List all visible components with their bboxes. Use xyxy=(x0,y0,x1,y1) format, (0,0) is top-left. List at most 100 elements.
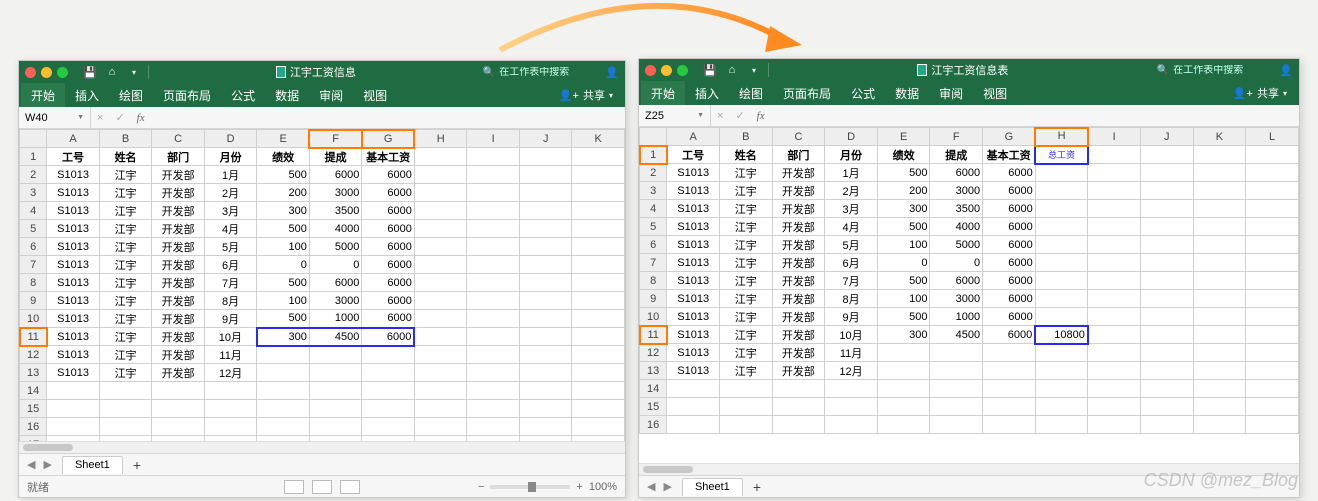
cell-F11[interactable]: 4500 xyxy=(930,326,983,344)
cell-G15[interactable] xyxy=(362,400,415,418)
cell-E2[interactable]: 500 xyxy=(877,164,930,182)
cell-F7[interactable]: 0 xyxy=(930,254,983,272)
cell-K15[interactable] xyxy=(572,400,625,418)
cell-D14[interactable] xyxy=(825,380,878,398)
cell-A14[interactable] xyxy=(667,380,720,398)
cell-F3[interactable]: 3000 xyxy=(309,184,362,202)
tab-home[interactable]: 开始 xyxy=(641,81,685,105)
cell-F12[interactable] xyxy=(309,346,362,364)
cell-B3[interactable]: 江宇 xyxy=(99,184,152,202)
cell-C12[interactable]: 开发部 xyxy=(152,346,205,364)
cell-D3[interactable]: 2月 xyxy=(204,184,257,202)
cell-H14[interactable] xyxy=(1035,380,1088,398)
cell-E15[interactable] xyxy=(257,400,310,418)
cell-E6[interactable]: 100 xyxy=(257,238,310,256)
cell-C11[interactable]: 开发部 xyxy=(152,328,205,346)
cell-I13[interactable] xyxy=(467,364,520,382)
cell-K5[interactable] xyxy=(1193,218,1246,236)
cell-G10[interactable]: 6000 xyxy=(983,308,1036,326)
cell-L14[interactable] xyxy=(1246,380,1299,398)
cell-J8[interactable] xyxy=(519,274,572,292)
cell-B9[interactable]: 江宇 xyxy=(99,292,152,310)
cell-G14[interactable] xyxy=(362,382,415,400)
cell-K12[interactable] xyxy=(1193,344,1246,362)
cell-C16[interactable] xyxy=(152,418,205,436)
cell-B10[interactable]: 江宇 xyxy=(99,310,152,328)
cell-H2[interactable] xyxy=(414,166,467,184)
cell-L7[interactable] xyxy=(1246,254,1299,272)
cell-B8[interactable]: 江宇 xyxy=(719,272,772,290)
cell-J2[interactable] xyxy=(1140,164,1193,182)
cell-G10[interactable]: 6000 xyxy=(362,310,415,328)
cell-L8[interactable] xyxy=(1246,272,1299,290)
cell-B11[interactable]: 江宇 xyxy=(719,326,772,344)
cell-K2[interactable] xyxy=(1193,164,1246,182)
cell-A15[interactable] xyxy=(667,398,720,416)
cell-A14[interactable] xyxy=(47,382,100,400)
cell-J9[interactable] xyxy=(1140,290,1193,308)
cell-J3[interactable] xyxy=(519,184,572,202)
cell-B7[interactable]: 江宇 xyxy=(719,254,772,272)
cell-D16[interactable] xyxy=(825,416,878,434)
cell-A13[interactable]: S1013 xyxy=(47,364,100,382)
cell-I5[interactable] xyxy=(1088,218,1141,236)
tab-data[interactable]: 数据 xyxy=(885,81,929,105)
cell-K15[interactable] xyxy=(1193,398,1246,416)
cell-H15[interactable] xyxy=(414,400,467,418)
cell-L4[interactable] xyxy=(1246,200,1299,218)
cell-I15[interactable] xyxy=(1088,398,1141,416)
cell-E8[interactable]: 500 xyxy=(257,274,310,292)
cell-G5[interactable]: 6000 xyxy=(362,220,415,238)
tab-insert[interactable]: 插入 xyxy=(685,81,729,105)
row-header-8[interactable]: 8 xyxy=(20,274,47,292)
cell-L10[interactable] xyxy=(1246,308,1299,326)
confirm-icon[interactable]: ✓ xyxy=(729,109,750,122)
cell-K8[interactable] xyxy=(1193,272,1246,290)
cell-D8[interactable]: 7月 xyxy=(204,274,257,292)
cell-F3[interactable]: 3000 xyxy=(930,182,983,200)
cell-G11[interactable]: 6000 xyxy=(362,328,415,346)
cell-E13[interactable] xyxy=(877,362,930,380)
view-normal-icon[interactable] xyxy=(284,480,304,494)
cell-B5[interactable]: 江宇 xyxy=(719,218,772,236)
grid[interactable]: ABCDEFGHIJKL1工号姓名部门月份绩效提成基本工资总工资2S1013江宇… xyxy=(639,127,1299,463)
cell-F12[interactable] xyxy=(930,344,983,362)
horizontal-scrollbar[interactable] xyxy=(639,463,1299,475)
cell-B9[interactable]: 江宇 xyxy=(719,290,772,308)
cell-I16[interactable] xyxy=(467,418,520,436)
cell-F9[interactable]: 3000 xyxy=(309,292,362,310)
cell-I11[interactable] xyxy=(1088,326,1141,344)
cell-D5[interactable]: 4月 xyxy=(204,220,257,238)
row-header-13[interactable]: 13 xyxy=(20,364,47,382)
cell-E16[interactable] xyxy=(257,418,310,436)
cell-K3[interactable] xyxy=(572,184,625,202)
cell-D4[interactable]: 3月 xyxy=(204,202,257,220)
cell-B11[interactable]: 江宇 xyxy=(99,328,152,346)
cell-H3[interactable] xyxy=(414,184,467,202)
caret-down-icon[interactable]: ▾ xyxy=(746,66,762,75)
cell-C1[interactable]: 部门 xyxy=(772,146,825,164)
cell-L6[interactable] xyxy=(1246,236,1299,254)
cell-I12[interactable] xyxy=(467,346,520,364)
cell-L5[interactable] xyxy=(1246,218,1299,236)
cell-A16[interactable] xyxy=(47,418,100,436)
cell-J5[interactable] xyxy=(1140,218,1193,236)
cell-G12[interactable] xyxy=(362,346,415,364)
cell-F8[interactable]: 6000 xyxy=(930,272,983,290)
tab-insert[interactable]: 插入 xyxy=(65,83,109,107)
cell-K12[interactable] xyxy=(572,346,625,364)
cell-B4[interactable]: 江宇 xyxy=(719,200,772,218)
cell-E4[interactable]: 300 xyxy=(257,202,310,220)
share-button[interactable]: 👤+ 共享 ▾ xyxy=(549,87,623,103)
cell-E12[interactable] xyxy=(877,344,930,362)
cell-E15[interactable] xyxy=(877,398,930,416)
cell-D1[interactable]: 月份 xyxy=(825,146,878,164)
cell-J6[interactable] xyxy=(1140,236,1193,254)
cell-K11[interactable] xyxy=(1193,326,1246,344)
fx-label[interactable]: fx xyxy=(751,110,771,122)
cell-K1[interactable] xyxy=(572,148,625,166)
cell-J7[interactable] xyxy=(519,256,572,274)
cell-F6[interactable]: 5000 xyxy=(309,238,362,256)
cell-I9[interactable] xyxy=(1088,290,1141,308)
cell-I5[interactable] xyxy=(467,220,520,238)
